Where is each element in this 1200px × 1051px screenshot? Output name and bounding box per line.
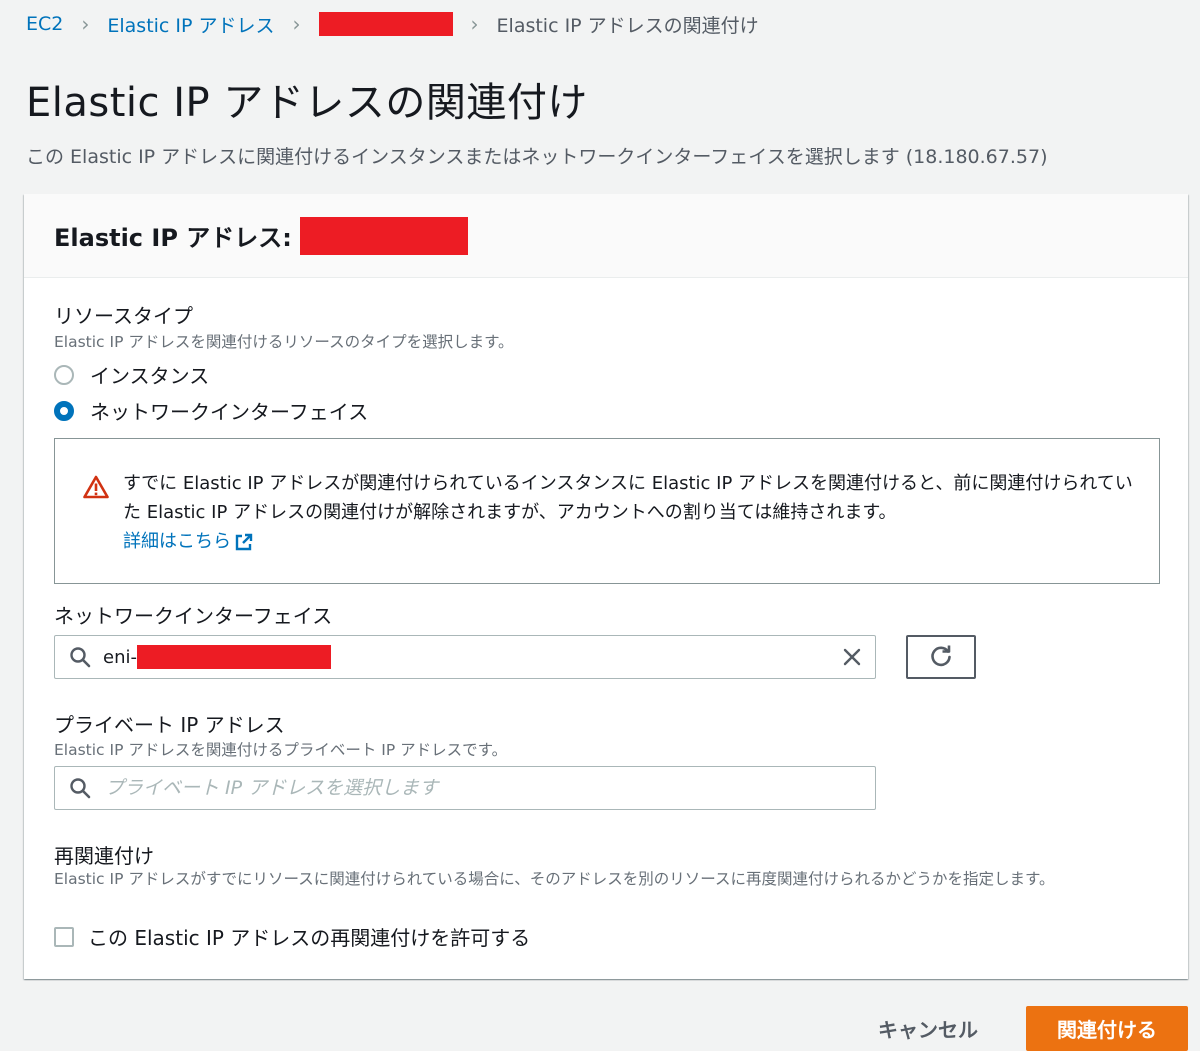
refresh-button[interactable]	[906, 635, 976, 679]
radio-label-instance: インスタンス	[90, 364, 210, 388]
page-description: この Elastic IP アドレスに関連付けるインスタンスまたはネットワークイ…	[26, 146, 1048, 168]
resource-type-description: Elastic IP アドレスを関連付けるリソースのタイプを選択します。	[54, 333, 514, 351]
radio-option-network-interface[interactable]: ネットワークインターフェイス	[54, 396, 368, 425]
network-interface-value: eni-	[103, 645, 331, 669]
external-link-icon	[235, 533, 253, 550]
search-icon	[70, 647, 91, 668]
search-icon	[70, 778, 91, 799]
radio-button-network-interface[interactable]	[54, 400, 74, 421]
breadcrumb-item-ec2[interactable]: EC2	[26, 13, 63, 35]
learn-more-label: 詳細はこちら	[123, 531, 231, 552]
warning-alert: すでに Elastic IP アドレスが関連付けられているインスタンスに Ela…	[54, 438, 1160, 584]
panel-header-label: Elastic IP アドレス:	[54, 224, 292, 252]
panel-header: Elastic IP アドレス:	[24, 194, 1188, 278]
breadcrumb-item-redacted[interactable]	[318, 12, 453, 36]
network-interface-value-prefix: eni-	[103, 646, 137, 668]
cancel-button[interactable]: キャンセル	[860, 1006, 996, 1050]
reassociation-label: 再関連付け	[54, 844, 154, 868]
resource-type-label: リソースタイプ	[54, 304, 193, 328]
breadcrumb-current: Elastic IP アドレスの関連付け	[496, 14, 759, 37]
chevron-right-icon: ›	[292, 12, 301, 36]
allow-reassociation-label: この Elastic IP アドレスの再関連付けを許可する	[88, 926, 531, 950]
close-icon[interactable]	[841, 646, 863, 668]
private-ip-label: プライベート IP アドレス	[54, 713, 285, 737]
alert-message: すでに Elastic IP アドレスが関連付けられているインスタンスに Ela…	[123, 469, 1143, 556]
allow-reassociation-option[interactable]: この Elastic IP アドレスの再関連付けを許可する	[54, 922, 530, 951]
associate-button[interactable]: 関連付ける	[1026, 1006, 1188, 1051]
breadcrumb-item-elastic-ip[interactable]: Elastic IP アドレス	[107, 11, 274, 38]
chevron-right-icon: ›	[81, 12, 90, 36]
refresh-icon	[931, 645, 951, 667]
radio-option-instance[interactable]: インスタンス	[54, 360, 209, 389]
learn-more-link[interactable]: 詳細はこちら	[123, 527, 253, 556]
private-ip-input[interactable]	[103, 776, 803, 800]
page-title: Elastic IP アドレスの関連付け	[26, 80, 588, 126]
reassociation-description: Elastic IP アドレスがすでにリソースに関連付けられている場合に、そのア…	[54, 870, 1055, 888]
radio-button-instance[interactable]	[54, 364, 74, 385]
network-interface-id-redacted	[136, 645, 331, 669]
warning-icon	[83, 475, 109, 499]
network-interface-label: ネットワークインターフェイス	[54, 604, 333, 628]
association-form-panel: Elastic IP アドレス: リソースタイプ Elastic IP アドレス…	[24, 194, 1188, 979]
chevron-right-icon: ›	[470, 12, 479, 36]
breadcrumb: EC2 › Elastic IP アドレス › › Elastic IP アドレ…	[26, 10, 759, 38]
alert-text: すでに Elastic IP アドレスが関連付けられているインスタンスに Ela…	[123, 473, 1133, 523]
private-ip-description: Elastic IP アドレスを関連付けるプライベート IP アドレスです。	[54, 741, 508, 759]
allow-reassociation-checkbox[interactable]	[54, 926, 74, 947]
elastic-ip-redacted	[299, 216, 468, 255]
private-ip-select[interactable]	[54, 766, 876, 810]
radio-label-network-interface: ネットワークインターフェイス	[90, 400, 369, 424]
network-interface-select[interactable]: eni-	[54, 635, 876, 679]
